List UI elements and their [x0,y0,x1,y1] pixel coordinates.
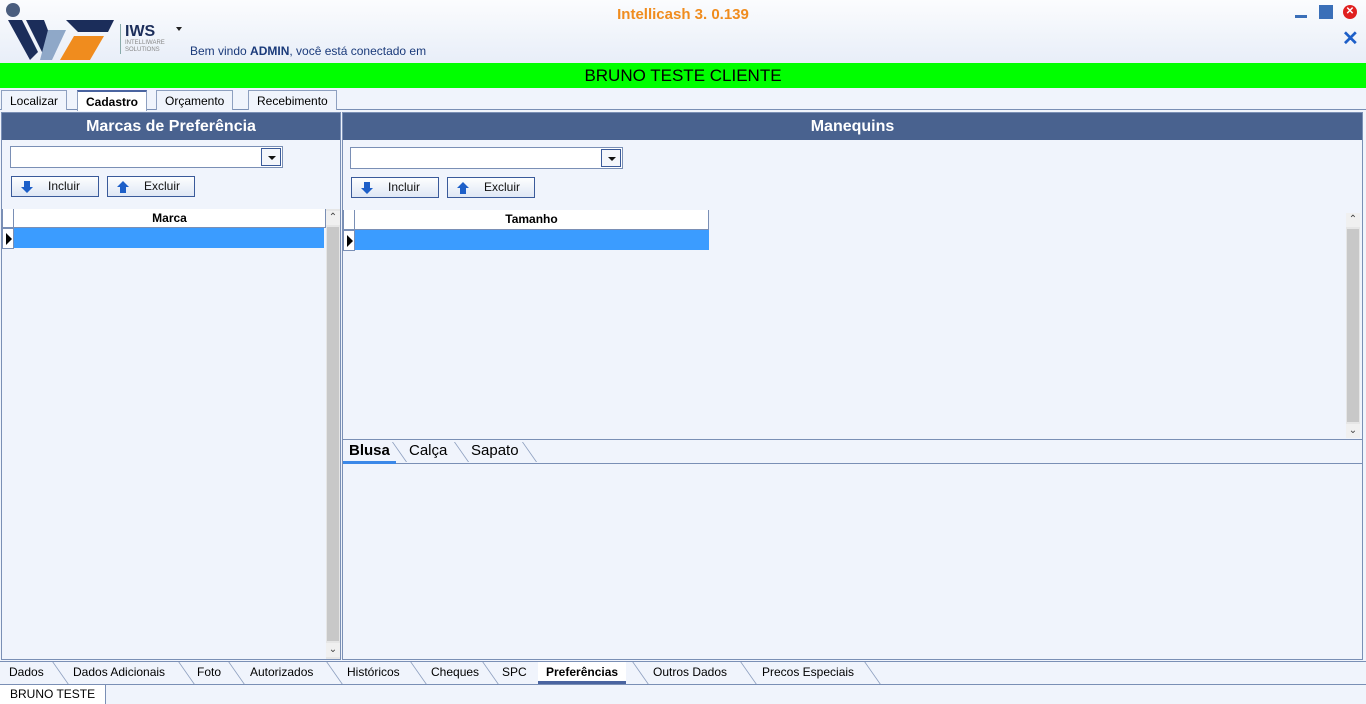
row-indicator [343,230,355,251]
tab-cadastro[interactable]: Cadastro [77,90,148,111]
close-tab-icon[interactable]: ✕ [1342,28,1359,50]
scroll-up-icon[interactable]: ⌃ [326,211,340,225]
manequins-scrollbar[interactable]: ⌃ ⌄ [1346,213,1360,438]
tab-divider [864,662,881,684]
arrow-up-icon [117,181,129,193]
welcome-prefix: Bem vindo [190,44,251,58]
logo-subtitle: INTELLIWARE [125,40,165,46]
status-bar: BRUNO TESTE [0,684,1366,704]
scroll-thumb[interactable] [1347,229,1359,422]
close-window-icon[interactable]: ✕ [1343,5,1357,19]
manequim-incluir-label: Incluir [388,180,421,194]
tab-calca[interactable]: Calça [403,440,453,464]
marcas-grid[interactable]: Marca [2,209,326,659]
tamanho-select[interactable] [350,147,623,169]
manequins-panel: Manequins Incluir Excluir Tamanho ⌃ ⌄ Bl… [342,112,1363,660]
logo-name: IWS [125,23,156,40]
manequim-excluir-button[interactable]: Excluir [447,177,535,198]
client-name-bar: BRUNO TESTE CLIENTE [0,63,1366,88]
app-title: Intellicash 3. 0.139 [617,6,749,23]
marcas-scrollbar[interactable]: ⌃ ⌄ [326,209,340,659]
arrow-up-icon [457,182,469,194]
marcas-panel: Marcas de Preferência Incluir Excluir Ma… [1,112,341,660]
welcome-suffix: , você está conectado em [289,44,427,58]
manequim-type-tabs: Blusa Calça Sapato [343,439,1362,464]
welcome-text: Bem vindo ADMIN, você está conectado em [190,44,426,58]
marca-excluir-label: Excluir [144,179,181,193]
marcas-panel-title: Marcas de Preferência [2,113,340,140]
tab-cheques[interactable]: Cheques [423,662,487,684]
status-client-tab[interactable]: BRUNO TESTE [0,685,107,704]
logo-text: IWS INTELLIWARE SOLUTIONS [120,24,165,54]
table-row[interactable] [14,228,324,248]
minimize-icon[interactable] [1294,5,1308,19]
welcome-user: ADMIN [250,44,290,58]
arrow-down-icon [21,181,33,193]
tab-historicos[interactable]: Históricos [339,662,408,684]
tab-dados[interactable]: Dados [1,662,52,684]
table-row[interactable] [355,230,709,250]
scroll-thumb[interactable] [327,227,339,641]
logo-dropdown-icon[interactable] [176,27,182,31]
tab-autorizados[interactable]: Autorizados [242,662,321,684]
manequim-incluir-button[interactable]: Incluir [351,177,439,198]
tab-foto[interactable]: Foto [189,662,229,684]
tab-localizar[interactable]: Localizar [1,90,68,110]
tab-spc[interactable]: SPC [494,662,535,684]
maximize-icon[interactable] [1319,5,1333,19]
tab-sapato[interactable]: Sapato [465,440,525,464]
marca-incluir-label: Incluir [48,179,81,193]
manequins-grid[interactable]: Tamanho [343,210,1346,438]
app-header: IWS INTELLIWARE SOLUTIONS Intellicash 3.… [0,0,1366,63]
row-pointer-icon [347,235,353,247]
scroll-up-icon[interactable]: ⌃ [1346,213,1360,227]
grid-header-marca[interactable]: Marca [13,209,326,228]
tab-precos-especiais[interactable]: Precos Especiais [754,662,862,684]
arrow-down-icon [361,182,373,194]
manequim-excluir-label: Excluir [484,180,521,194]
top-tab-strip: Localizar Cadastro Orçamento Recebimento [0,88,1366,111]
row-indicator [2,228,14,249]
tab-blusa[interactable]: Blusa [343,440,396,464]
marca-select[interactable] [10,146,283,168]
tab-preferencias[interactable]: Preferências [538,662,627,684]
scroll-down-icon[interactable]: ⌄ [1346,424,1360,438]
marca-incluir-button[interactable]: Incluir [11,176,99,197]
tab-dados-adicionais[interactable]: Dados Adicionais [65,662,173,684]
scroll-down-icon[interactable]: ⌄ [326,643,340,657]
manequins-panel-title: Manequins [343,113,1362,140]
row-pointer-icon [6,233,12,245]
marca-excluir-button[interactable]: Excluir [107,176,195,197]
logo-subtitle-2: SOLUTIONS [125,47,160,53]
chevron-down-icon[interactable] [601,149,621,167]
bottom-tab-strip: Dados Dados Adicionais Foto Autorizados … [0,661,1366,684]
tab-recebimento[interactable]: Recebimento [248,90,337,110]
grid-header-tamanho[interactable]: Tamanho [354,210,709,230]
chevron-down-icon[interactable] [261,148,281,166]
tab-orcamento[interactable]: Orçamento [156,90,234,110]
tab-outros-dados[interactable]: Outros Dados [645,662,735,684]
